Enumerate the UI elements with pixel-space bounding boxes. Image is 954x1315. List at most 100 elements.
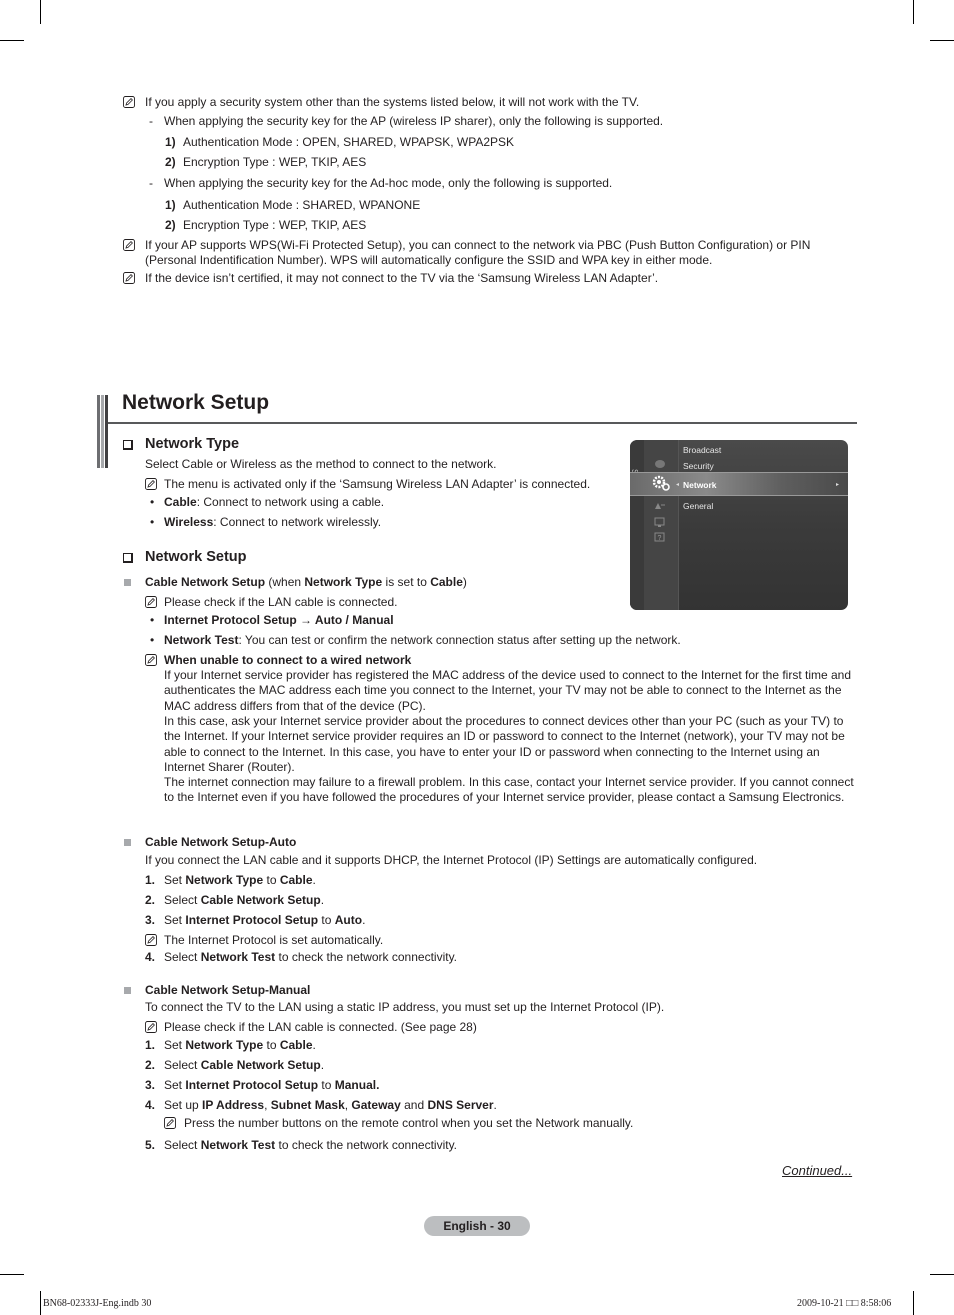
item-text: Authentication Mode : SHARED, WPANONE [183, 198, 421, 212]
square-bullet-icon [124, 579, 131, 586]
note-text: If you apply a security system other tha… [145, 95, 640, 109]
term: Internet Protocol Setup [185, 913, 319, 927]
term: Subnet Mask [270, 1098, 345, 1112]
text: to [263, 873, 280, 887]
list-text: When applying the security key for the A… [164, 176, 613, 190]
text: . [312, 1038, 316, 1052]
step-number: 5. [145, 1138, 156, 1152]
dash: - [149, 176, 153, 190]
term: Network Test [164, 633, 239, 647]
text: to [318, 913, 335, 927]
step-number: 2. [145, 1058, 156, 1072]
bullet: • [150, 515, 155, 529]
text: to check the network connectivity. [275, 950, 458, 964]
paragraph: If you connect the LAN cable and it supp… [145, 853, 758, 867]
note-text: Press the number buttons on the remote c… [184, 1116, 634, 1130]
step: Select Network Test to check the network… [164, 950, 457, 965]
text: ) [462, 575, 467, 589]
item-text: Encryption Type : WEP, TKIP, AES [183, 155, 367, 169]
term: Internet Protocol Setup [185, 1078, 319, 1092]
menu-item-broadcast: Broadcast [683, 445, 722, 455]
text: Set up [164, 1098, 203, 1112]
term: Network Type [185, 1038, 264, 1052]
page-title: Network Setup [122, 391, 270, 414]
step: Set Network Type to Cable. [164, 1038, 316, 1053]
menu-item-security: Security [683, 461, 714, 471]
term: Cable Network Setup [145, 575, 266, 589]
term: Cable [279, 873, 313, 887]
text: . [493, 1098, 497, 1112]
note-heading: When unable to connect to a wired networ… [164, 653, 412, 667]
crop-mark [40, 0, 41, 24]
note-icon [164, 1117, 176, 1129]
cable-setup-title: Cable Network Setup (when Network Type i… [145, 575, 467, 590]
paragraph: The internet connection may failure to a… [164, 775, 854, 805]
item-number: 1) [165, 198, 176, 212]
note-text: Please check if the LAN cable is connect… [164, 1020, 477, 1034]
text: Set [164, 873, 186, 887]
text: to check the network connectivity. [275, 1138, 458, 1152]
step-number: 3. [145, 913, 156, 927]
note-icon [123, 272, 135, 284]
menu-item-network: Network [683, 480, 717, 490]
procedure-title: Cable Network Setup-Auto [145, 835, 297, 849]
text: . [312, 873, 316, 887]
tv-menu-screenshot: Setup Broadcast Security Network General… [630, 440, 848, 610]
step: Set up IP Address, Subnet Mask, Gateway … [164, 1098, 497, 1113]
note-icon [145, 596, 157, 608]
step-number: 1. [145, 873, 156, 887]
step: Select Network Test to check the network… [164, 1138, 457, 1153]
application-icon [654, 517, 665, 527]
arrow-right-icon: ▸ [836, 482, 840, 488]
item-number: 2) [165, 218, 176, 232]
page-number-badge: English - 30 [424, 1216, 530, 1236]
step-number: 4. [145, 1098, 156, 1112]
item-text: Authentication Mode : OPEN, SHARED, WPAP… [183, 135, 515, 149]
term: Auto [334, 913, 363, 927]
note-icon [145, 934, 157, 946]
footer-file-info: BN68-02333J-Eng.indb 30 [43, 1298, 152, 1309]
paragraph: In this case, ask your Internet service … [164, 714, 845, 774]
text: (when [265, 575, 305, 589]
step: Set Network Type to Cable. [164, 873, 316, 888]
term: Gateway [351, 1098, 401, 1112]
subsection-heading: Network Type [145, 436, 240, 452]
term: Network Type [185, 873, 264, 887]
svg-text:?: ? [658, 535, 662, 542]
note-icon [145, 478, 157, 490]
support-icon: ? [654, 532, 665, 542]
term: Wireless [164, 515, 214, 529]
crop-mark [913, 1291, 914, 1315]
text: . [320, 893, 325, 907]
step-number: 3. [145, 1078, 156, 1092]
text: Select [164, 1138, 201, 1152]
step: Select Cable Network Setup. [164, 1058, 324, 1073]
crop-mark [40, 1291, 41, 1315]
note-text: (Personal Indentification Number). WPS w… [145, 253, 713, 267]
paragraph: If your Internet service provider has re… [164, 668, 852, 713]
text: . [320, 1058, 325, 1072]
continued-label: Continued... [782, 1163, 853, 1178]
note-text: The menu is activated only if the ‘Samsu… [164, 477, 591, 491]
note-text: Please check if the LAN cable is connect… [164, 595, 398, 609]
bullet-item: Network Test: You can test or confirm th… [164, 633, 681, 648]
text: Set [164, 1038, 186, 1052]
step-number: 2. [145, 893, 156, 907]
section-marker [97, 395, 109, 468]
dash: - [149, 114, 153, 128]
item-number: 1) [165, 135, 176, 149]
term: Cable Network Setup [200, 1058, 321, 1072]
menu-side-strip [630, 440, 644, 610]
step-number: 1. [145, 1038, 156, 1052]
note-icon [123, 96, 135, 108]
step: Select Cable Network Setup. [164, 893, 324, 908]
term: Cable Network Setup [200, 893, 321, 907]
description: : Connect to network wirelessly. [213, 515, 382, 529]
text: and [400, 1098, 428, 1112]
procedure-title: Cable Network Setup-Manual [145, 983, 311, 997]
text: to [318, 1078, 335, 1092]
text: Select [164, 893, 201, 907]
term: Cable [430, 575, 463, 589]
bullet-item: Internet Protocol Setup → Auto / Manual [164, 613, 394, 627]
bullet-item: Wireless: Connect to network wirelessly. [164, 515, 381, 530]
